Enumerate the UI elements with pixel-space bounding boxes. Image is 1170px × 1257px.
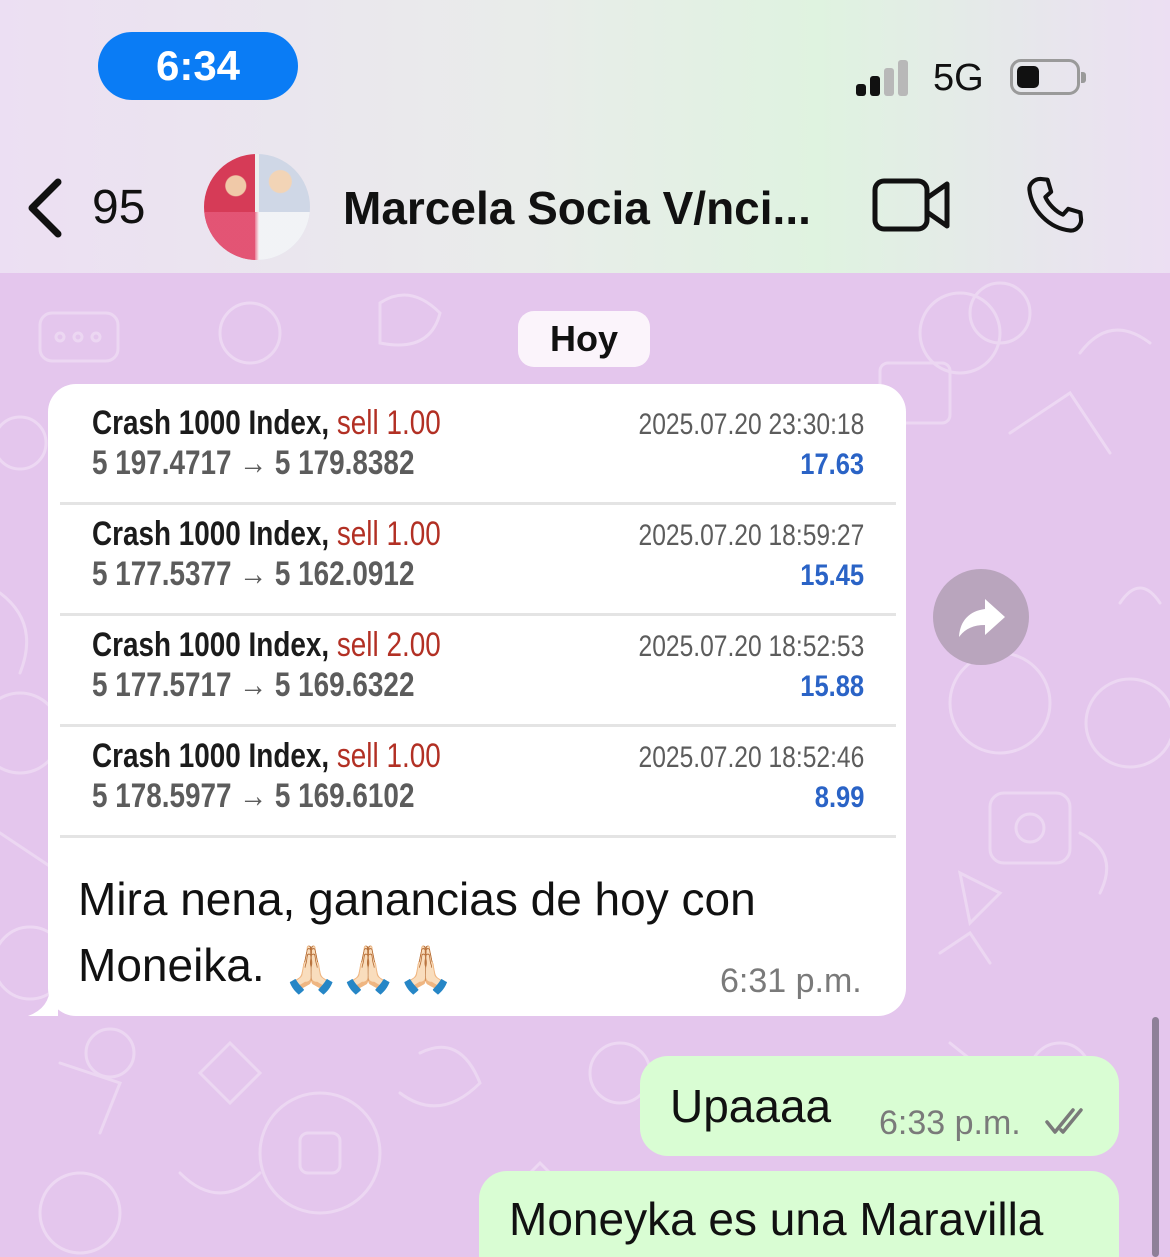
forward-arrow-icon	[959, 599, 1005, 637]
trade-prices: 5 197.4717 → 5 179.8382	[92, 444, 415, 482]
trade-profit: 15.45	[800, 559, 864, 592]
trade-prices: 5 177.5377 → 5 162.0912	[92, 555, 415, 593]
signal-icon	[856, 58, 916, 96]
status-time[interactable]: 6:34	[98, 32, 298, 100]
praying-hands-emoji: 🙏🏻🙏🏻🙏🏻	[282, 942, 455, 995]
contact-name[interactable]: Marcela Socia V/nci...	[343, 178, 828, 238]
trade-row: Crash 1000 Index, sell 1.00 5 197.4717 →…	[60, 394, 896, 505]
incoming-message[interactable]: Crash 1000 Index, sell 1.00 5 197.4717 →…	[28, 384, 906, 1016]
trade-prices: 5 177.5717 → 5 169.6322	[92, 666, 415, 704]
trade-profit: 8.99	[814, 781, 864, 814]
trade-datetime: 2025.07.20 18:52:46	[638, 741, 864, 774]
message-text: Moneyka es una Maravilla	[509, 1193, 1044, 1245]
trade-action: sell 1.00	[336, 737, 441, 775]
trade-action: sell 1.00	[336, 515, 441, 553]
trade-row: Crash 1000 Index, sell 1.00 5 178.5977 →…	[60, 727, 896, 838]
network-type: 5G	[933, 57, 984, 99]
trade-instrument: Crash 1000 Index,	[92, 515, 330, 553]
unread-count[interactable]: 95	[92, 178, 145, 238]
date-divider: Hoy	[518, 311, 650, 367]
back-chevron-icon[interactable]	[22, 176, 72, 240]
video-call-icon[interactable]	[872, 178, 952, 232]
scrollbar[interactable]	[1152, 1017, 1159, 1257]
trade-instrument: Crash 1000 Index,	[92, 737, 330, 775]
chat-header: 6:34 5G 95 Marcela Socia V/nci...	[0, 0, 1170, 273]
trade-history-image[interactable]: Crash 1000 Index, sell 1.00 5 197.4717 →…	[60, 394, 896, 838]
trade-datetime: 2025.07.20 23:30:18	[638, 408, 864, 441]
message-time: 6:33 p.m.	[879, 1104, 1021, 1142]
forward-button[interactable]	[933, 569, 1029, 665]
trade-datetime: 2025.07.20 18:59:27	[638, 519, 864, 552]
message-time: 6:31 p.m.	[720, 962, 862, 1000]
trade-profit: 15.88	[800, 670, 864, 703]
trade-row: Crash 1000 Index, sell 2.00 5 177.5717 →…	[60, 616, 896, 727]
message-text: Upaaaa	[670, 1080, 832, 1132]
bubble-tail	[28, 986, 58, 1016]
trade-instrument: Crash 1000 Index,	[92, 404, 330, 442]
trade-profit: 17.63	[800, 448, 864, 481]
trade-instrument: Crash 1000 Index,	[92, 626, 330, 664]
trade-prices: 5 178.5977 → 5 169.6102	[92, 777, 415, 815]
read-receipt-icon	[1045, 1108, 1083, 1134]
outgoing-message[interactable]: Upaaaa 6:33 p.m.	[640, 1056, 1119, 1156]
trade-action: sell 2.00	[336, 626, 441, 664]
battery-icon	[1010, 59, 1086, 95]
message-line-1: Mira nena, ganancias de hoy con	[78, 873, 756, 925]
phone-call-icon[interactable]	[1022, 172, 1088, 238]
message-line-2: Moneika.	[78, 939, 265, 991]
trade-datetime: 2025.07.20 18:52:53	[638, 630, 864, 663]
contact-avatar[interactable]	[204, 154, 310, 260]
trade-row: Crash 1000 Index, sell 1.00 5 177.5377 →…	[60, 505, 896, 616]
outgoing-message[interactable]: Moneyka es una Maravilla	[479, 1171, 1119, 1257]
trade-action: sell 1.00	[336, 404, 441, 442]
chat-area[interactable]: Hoy Crash 1000 Index, sell 1.00 5 197.47…	[0, 273, 1170, 1257]
